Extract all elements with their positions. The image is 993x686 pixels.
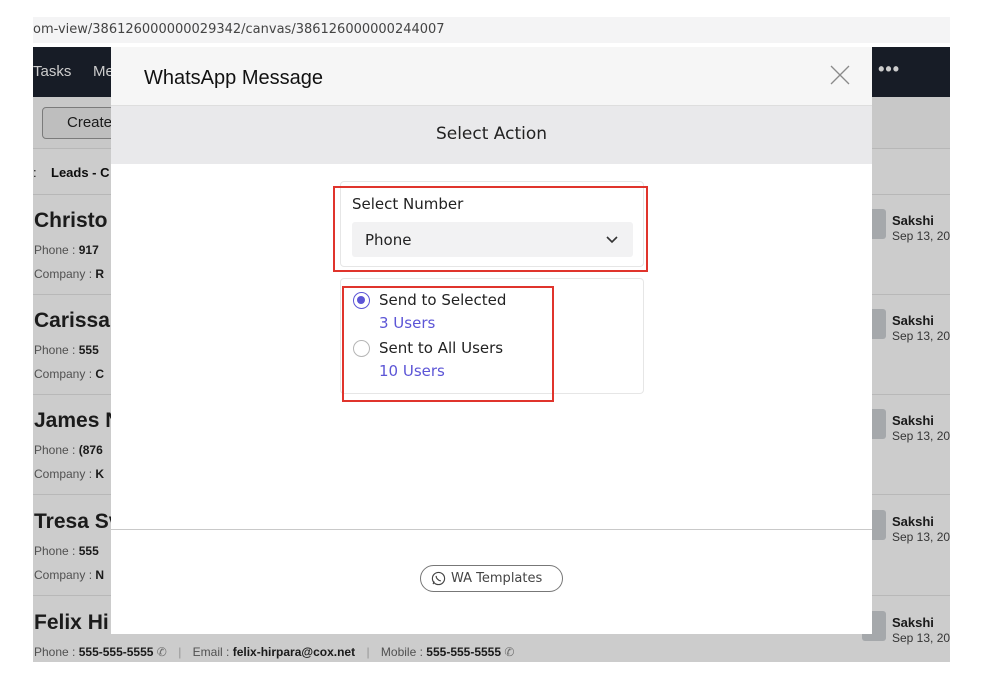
wa-templates-label: WA Templates — [451, 571, 543, 586]
number-select-value: Phone — [365, 231, 412, 249]
radio-selected[interactable] — [353, 292, 370, 309]
send-to-selected-option[interactable]: Send to Selected 3 Users — [353, 290, 633, 334]
wa-templates-button[interactable]: WA Templates — [420, 565, 563, 592]
option-label: Sent to All Users — [379, 339, 504, 357]
option-user-count: 10 Users — [379, 362, 445, 380]
screen: om-view/386126000000029342/canvas/386126… — [0, 0, 993, 686]
option-user-count: 3 Users — [379, 314, 436, 332]
radio-unselected[interactable] — [353, 340, 370, 357]
dialog-title: WhatsApp Message — [144, 67, 323, 89]
send-to-all-option[interactable]: Sent to All Users 10 Users — [353, 338, 633, 382]
number-select[interactable]: Phone — [352, 222, 633, 257]
send-options-card: Send to Selected 3 Users Sent to All Use… — [340, 278, 644, 394]
select-number-card: Select Number Phone — [340, 181, 644, 267]
select-number-label: Select Number — [352, 195, 464, 213]
dialog-header: WhatsApp Message — [111, 47, 872, 106]
whatsapp-message-dialog: WhatsApp Message Select Action Select Nu… — [111, 47, 872, 634]
address-bar[interactable]: om-view/386126000000029342/canvas/386126… — [33, 17, 950, 43]
whatsapp-icon — [431, 571, 446, 586]
close-icon[interactable] — [828, 63, 852, 87]
dialog-footer: WA Templates — [111, 529, 872, 634]
chevron-down-icon — [605, 232, 619, 246]
option-label: Send to Selected — [379, 291, 507, 309]
section-title: Select Action — [111, 106, 872, 164]
